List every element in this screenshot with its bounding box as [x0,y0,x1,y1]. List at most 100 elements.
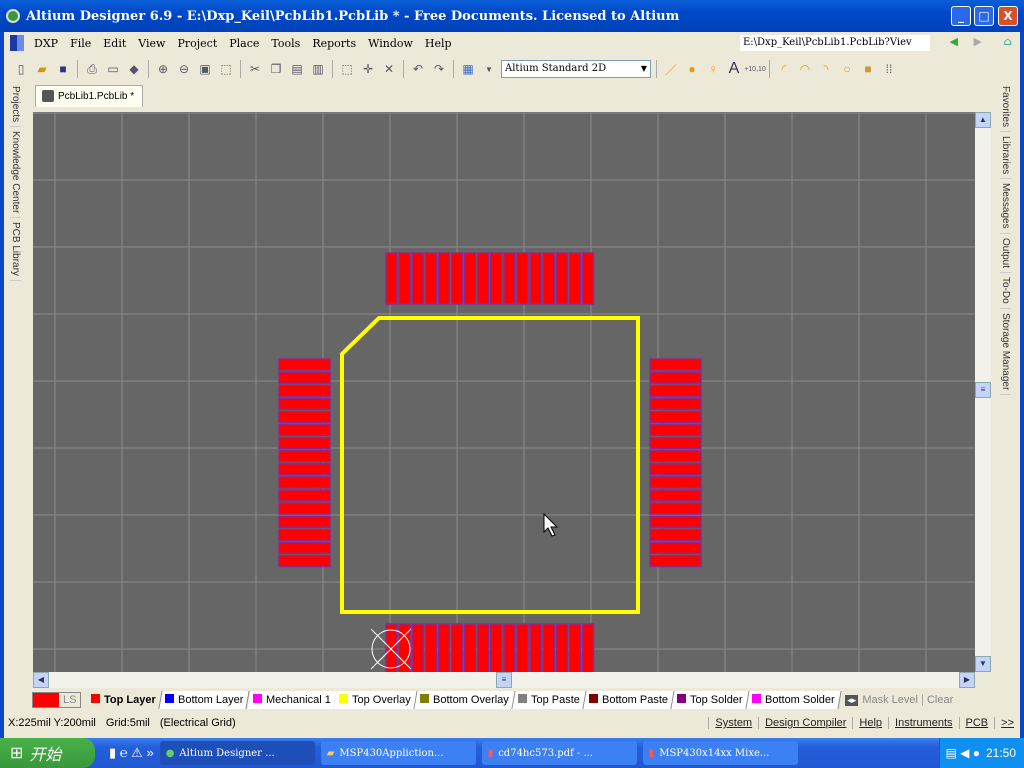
menu-dxp[interactable]: DXP [28,37,64,50]
panel-tab-messages[interactable]: Messages [1000,179,1011,235]
pad[interactable] [278,410,331,424]
home-icon[interactable]: ⌂ [1004,35,1012,48]
line-icon[interactable]: ／ [662,60,680,78]
pad[interactable] [649,449,702,463]
clear-button[interactable]: Clear [923,694,957,706]
panel-tab-projects[interactable]: Projects [10,82,21,128]
layer-tab-bottom-paste[interactable]: Bottom Paste [583,691,675,709]
panel-tab-output[interactable]: Output [1000,234,1011,274]
copy-icon[interactable]: ❐ [267,60,285,78]
tray-icons[interactable]: ▤ ◀ ● [945,746,979,760]
undo-icon[interactable]: ↶ [409,60,427,78]
maximize-button[interactable]: □ [974,6,994,26]
scroll-right-icon[interactable]: ▶ [959,672,975,688]
pad[interactable] [450,623,464,672]
status-system-button[interactable]: System [708,717,758,729]
pad[interactable] [649,397,702,411]
status-help-button[interactable]: Help [852,717,888,729]
task-pdf-1[interactable]: ▮ cd74hc573.pdf - ... [481,741,637,765]
new-icon[interactable]: ▯ [12,60,30,78]
menu-tools[interactable]: Tools [265,37,306,50]
pad[interactable] [278,554,331,568]
panel-tab-pcb-library[interactable]: PCB Library [10,218,21,282]
layer-tab-top-layer[interactable]: Top Layer [85,691,163,709]
pad[interactable] [568,623,582,672]
pad[interactable] [516,623,529,672]
select-area-icon[interactable]: ⬚ [338,60,356,78]
task-folder[interactable]: ▰ MSP430Appliction... [320,741,476,765]
pad[interactable] [649,423,702,437]
print-icon[interactable]: ⎙ [83,60,101,78]
pad[interactable] [649,528,702,542]
grid-icon[interactable]: ▦ [459,60,477,78]
pad[interactable] [490,623,503,672]
document-tab[interactable]: PcbLib1.PcbLib * [35,85,143,107]
task-altium[interactable]: ● Altium Designer ... [159,741,315,765]
layer-tab-top-overlay[interactable]: Top Overlay [333,691,418,709]
deselect-icon[interactable]: ✕ [380,60,398,78]
status-instruments-button[interactable]: Instruments [888,717,958,729]
pad[interactable] [278,541,331,555]
pad[interactable] [385,252,398,305]
via-icon[interactable]: ♀ [704,60,722,78]
panel-tab-libraries[interactable]: Libraries [1000,132,1011,180]
paste-icon[interactable]: ▤ [288,60,306,78]
pad[interactable] [278,489,331,502]
layer-tab-bottom-overlay[interactable]: Bottom Overlay [414,691,516,709]
pad[interactable] [555,623,569,672]
minimize-button[interactable]: _ [951,6,971,26]
layer-tab-bottom-layer[interactable]: Bottom Layer [159,691,251,709]
menu-help[interactable]: Help [419,37,458,50]
pad[interactable] [649,410,702,424]
string-icon[interactable]: A [725,60,743,78]
pad[interactable] [278,371,331,384]
document-path-combo[interactable]: E:\Dxp_Keil\PcbLib1.PcbLib?Viev [740,35,930,51]
task-pdf-2[interactable]: ▮ MSP430x14xx Mixe... [642,741,798,765]
pad[interactable] [581,623,595,672]
forward-icon[interactable]: ▶ [974,35,982,48]
panel-tab-storage-manager[interactable]: Storage Manager [1000,309,1011,396]
zoom-selected-icon[interactable]: ⬚ [217,60,235,78]
pad[interactable] [278,397,331,411]
pad[interactable] [649,436,702,450]
pad[interactable] [649,554,702,568]
pad[interactable] [278,502,331,515]
layer-tab-top-solder[interactable]: Top Solder [671,691,750,709]
pad[interactable] [424,252,438,305]
menu-place[interactable]: Place [223,37,265,50]
horizontal-scrollbar[interactable]: ◀ ≡ ▶ [33,672,975,688]
pad[interactable] [529,252,542,305]
arc-edge-icon[interactable]: ◠ [796,60,814,78]
array-paste-icon[interactable]: ⁞⁞ [880,60,898,78]
pad[interactable] [278,384,331,397]
rubber-stamp-icon[interactable]: ▥ [309,60,327,78]
menu-edit[interactable]: Edit [97,37,132,50]
menu-window[interactable]: Window [362,37,419,50]
start-button[interactable]: ⊞ 开始 [0,738,95,768]
pad[interactable] [649,384,702,397]
status-design-compiler-button[interactable]: Design Compiler [758,717,852,729]
pad[interactable] [542,252,555,305]
menu-project[interactable]: Project [171,37,223,50]
pad[interactable] [411,623,424,672]
pad[interactable] [278,423,331,437]
zoom-out-icon[interactable]: ⊖ [175,60,193,78]
pad-icon[interactable]: ● [683,60,701,78]
pad[interactable] [463,623,477,672]
arc-center-icon[interactable]: ◜ [775,60,793,78]
pad[interactable] [437,623,451,672]
pad[interactable] [581,252,595,305]
scroll-down-icon[interactable]: ▼ [975,656,991,672]
pad[interactable] [490,252,503,305]
move-icon[interactable]: ✛ [359,60,377,78]
pad[interactable] [476,623,490,672]
redo-icon[interactable]: ↷ [430,60,448,78]
pad[interactable] [649,371,702,384]
menu-reports[interactable]: Reports [306,37,362,50]
cut-icon[interactable]: ✂ [246,60,264,78]
pad[interactable] [278,436,331,450]
pad[interactable] [476,252,490,305]
pad[interactable] [278,449,331,463]
pad[interactable] [424,623,438,672]
pad[interactable] [278,463,331,476]
